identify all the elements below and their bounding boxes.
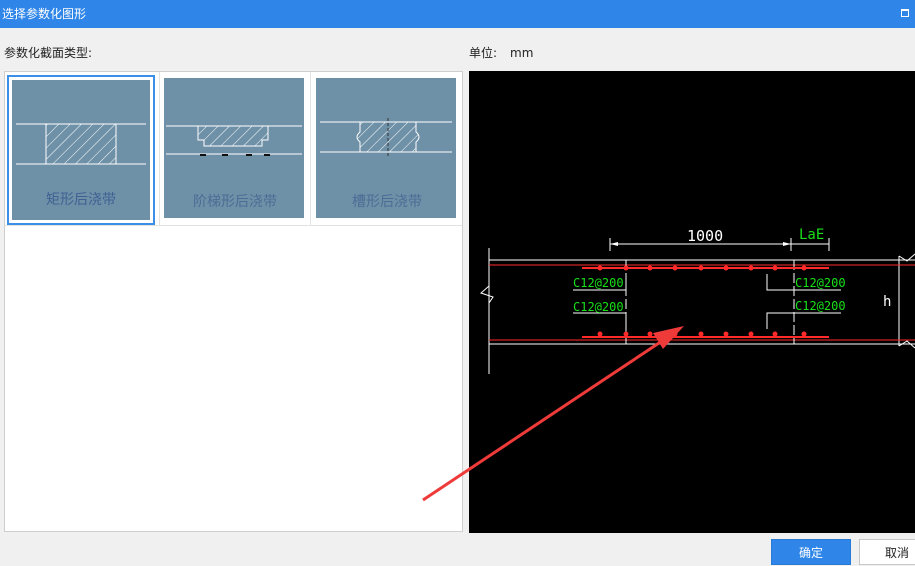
- rebar-spec-bottom-left: C12@200: [573, 300, 624, 314]
- rebar-spec-top-left: C12@200: [573, 276, 624, 290]
- window-title: 选择参数化图形: [2, 7, 87, 21]
- ok-button[interactable]: 确定: [771, 539, 851, 565]
- maximize-icon[interactable]: [901, 9, 909, 17]
- height-label: h: [883, 294, 891, 310]
- shape-label: 矩形后浇带: [46, 192, 116, 208]
- unit-label: 单位:: [469, 46, 498, 60]
- unit-value: mm: [510, 46, 534, 60]
- title-bar: 选择参数化图形: [0, 0, 915, 28]
- section-type-label: 参数化截面类型:: [4, 46, 93, 60]
- shape-card-rectangular[interactable]: 矩形后浇带: [7, 75, 155, 225]
- card-divider: [310, 72, 311, 226]
- rebar-detail-drawing: 1000 LaE h C12@200 C12@200 C12@200 C12@2…: [480, 227, 915, 374]
- cancel-button[interactable]: 取消: [859, 539, 915, 565]
- rebar-spec-bottom-right: C12@200: [795, 299, 846, 313]
- shape-label: 阶梯形后浇带: [193, 194, 277, 210]
- card-row-divider: [5, 225, 462, 226]
- shape-label: 槽形后浇带: [352, 194, 422, 210]
- rebar-dots-bottom: [597, 331, 807, 337]
- shape-list-panel: 矩形后浇带 阶梯形后浇带 槽形后浇带: [4, 71, 463, 532]
- lae-text: LaE: [799, 227, 824, 243]
- rebar-spec-top-right: C12@200: [795, 276, 846, 290]
- dim-width-text: 1000: [687, 227, 723, 245]
- shape-card-grooved[interactable]: 槽形后浇带: [313, 75, 461, 225]
- card-divider: [159, 72, 160, 226]
- shape-preview-canvas: 1000 LaE h C12@200 C12@200 C12@200 C12@2…: [469, 71, 915, 533]
- shape-card-stepped[interactable]: 阶梯形后浇带: [161, 75, 309, 225]
